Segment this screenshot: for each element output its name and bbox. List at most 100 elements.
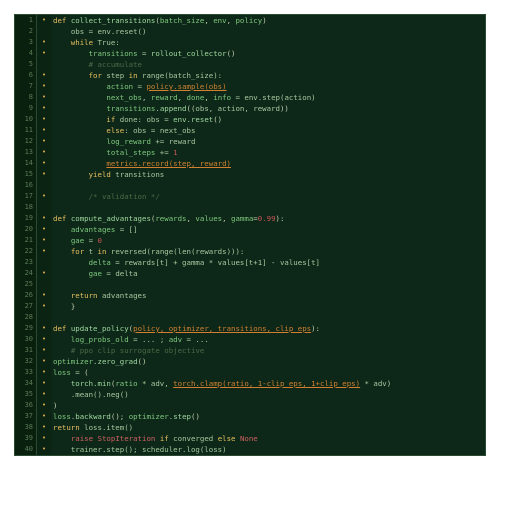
breakpoint-marker[interactable]: • [37,411,51,422]
breakpoint-marker[interactable]: • [37,147,51,158]
code-line[interactable]: 21• gae = 0 [15,235,485,246]
breakpoint-marker[interactable]: • [37,92,51,103]
code-line[interactable]: 12• log_reward += reward [15,136,485,147]
code-line[interactable]: 29•def update_policy(policy, optimizer, … [15,323,485,334]
line-content[interactable]: transitions = rollout_collector() [51,48,485,59]
code-line[interactable]: 15• yield transitions [15,169,485,180]
breakpoint-marker[interactable] [37,279,51,290]
code-line[interactable]: 8• next_obs, reward, done, info = env.st… [15,92,485,103]
line-content[interactable]: torch.min(ratio * adv, torch.clamp(ratio… [51,378,485,389]
code-line[interactable]: 2 obs = env.reset() [15,26,485,37]
code-line[interactable]: 5 # accumulate [15,59,485,70]
breakpoint-marker[interactable] [37,202,51,213]
code-line[interactable]: 28 [15,312,485,323]
code-line[interactable]: 37•loss.backward(); optimizer.step() [15,411,485,422]
line-content[interactable]: log_reward += reward [51,136,485,147]
line-content[interactable]: gae = delta [51,268,485,279]
line-content[interactable]: advantages = [] [51,224,485,235]
breakpoint-marker[interactable]: • [37,81,51,92]
line-content[interactable]: delta = rewards[t] + gamma * values[t+1]… [51,257,485,268]
breakpoint-marker[interactable]: • [37,224,51,235]
breakpoint-marker[interactable]: • [37,15,51,26]
code-line[interactable]: 1•def collect_transitions(batch_size, en… [15,15,485,26]
line-content[interactable]: log_probs_old = ... ; adv = ... [51,334,485,345]
line-content[interactable]: def update_policy(policy, optimizer, tra… [51,323,485,334]
line-content[interactable]: return loss.item() [51,422,485,433]
line-content[interactable]: def compute_advantages(rewards, values, … [51,213,485,224]
breakpoint-marker[interactable]: • [37,433,51,444]
breakpoint-marker[interactable]: • [37,103,51,114]
breakpoint-marker[interactable]: • [37,400,51,411]
breakpoint-marker[interactable]: • [37,367,51,378]
code-line[interactable]: 36•) [15,400,485,411]
breakpoint-marker[interactable]: • [37,213,51,224]
code-line[interactable]: 30• log_probs_old = ... ; adv = ... [15,334,485,345]
code-line[interactable]: 25 [15,279,485,290]
code-line[interactable]: 10• if done: obs = env.reset() [15,114,485,125]
code-line[interactable]: 39• raise StopIteration if converged els… [15,433,485,444]
breakpoint-marker[interactable]: • [37,48,51,59]
code-line[interactable]: 18 [15,202,485,213]
code-line[interactable]: 7• action = policy.sample(obs) [15,81,485,92]
breakpoint-marker[interactable]: • [37,235,51,246]
line-content[interactable]: transitions.append((obs, action, reward)… [51,103,485,114]
line-content[interactable]: else: obs = next_obs [51,125,485,136]
line-content[interactable] [51,202,485,213]
breakpoint-marker[interactable]: • [37,389,51,400]
code-line[interactable]: 24• gae = delta [15,268,485,279]
breakpoint-marker[interactable]: • [37,114,51,125]
breakpoint-marker[interactable]: • [37,136,51,147]
code-line[interactable]: 11• else: obs = next_obs [15,125,485,136]
breakpoint-marker[interactable]: • [37,334,51,345]
breakpoint-marker[interactable]: • [37,323,51,334]
code-line[interactable]: 22• for t in reversed(range(len(rewards)… [15,246,485,257]
code-line[interactable]: 19•def compute_advantages(rewards, value… [15,213,485,224]
breakpoint-marker[interactable]: • [37,268,51,279]
code-line[interactable]: 20• advantages = [] [15,224,485,235]
line-content[interactable]: action = policy.sample(obs) [51,81,485,92]
line-content[interactable]: loss.backward(); optimizer.step() [51,411,485,422]
line-content[interactable]: if done: obs = env.reset() [51,114,485,125]
breakpoint-marker[interactable] [37,26,51,37]
breakpoint-marker[interactable]: • [37,158,51,169]
line-content[interactable]: total_steps += 1 [51,147,485,158]
breakpoint-marker[interactable]: • [37,125,51,136]
line-content[interactable]: # accumulate [51,59,485,70]
code-line[interactable]: 27• } [15,301,485,312]
code-line[interactable]: 38•return loss.item() [15,422,485,433]
line-content[interactable] [51,180,485,191]
line-content[interactable]: optimizer.zero_grad() [51,356,485,367]
line-content[interactable]: while True: [51,37,485,48]
line-content[interactable] [51,312,485,323]
breakpoint-marker[interactable]: • [37,345,51,356]
breakpoint-marker[interactable]: • [37,290,51,301]
line-content[interactable]: # ppo clip surrogate objective [51,345,485,356]
line-content[interactable]: for step in range(batch_size): [51,70,485,81]
line-content[interactable]: def collect_transitions(batch_size, env,… [51,15,485,26]
code-line[interactable]: 17• /* validation */ [15,191,485,202]
breakpoint-marker[interactable]: • [37,70,51,81]
code-line[interactable]: 23 delta = rewards[t] + gamma * values[t… [15,257,485,268]
code-line[interactable]: 33•loss = ( [15,367,485,378]
line-content[interactable]: for t in reversed(range(len(rewards))): [51,246,485,257]
line-content[interactable]: yield transitions [51,169,485,180]
breakpoint-marker[interactable]: • [37,301,51,312]
line-content[interactable]: raise StopIteration if converged else No… [51,433,485,444]
code-editor[interactable]: 1•def collect_transitions(batch_size, en… [14,14,486,456]
line-content[interactable]: ) [51,400,485,411]
line-content[interactable]: loss = ( [51,367,485,378]
line-content[interactable] [51,279,485,290]
breakpoint-marker[interactable]: • [37,37,51,48]
breakpoint-marker[interactable] [37,257,51,268]
line-content[interactable]: return advantages [51,290,485,301]
line-content[interactable]: metrics.record(step, reward) [51,158,485,169]
breakpoint-marker[interactable]: • [37,246,51,257]
code-line[interactable]: 4• transitions = rollout_collector() [15,48,485,59]
breakpoint-marker[interactable]: • [37,444,51,455]
breakpoint-marker[interactable]: • [37,378,51,389]
code-line[interactable]: 35• .mean().neg() [15,389,485,400]
line-content[interactable]: obs = env.reset() [51,26,485,37]
code-line[interactable]: 14• metrics.record(step, reward) [15,158,485,169]
breakpoint-marker[interactable]: • [37,356,51,367]
breakpoint-marker[interactable]: • [37,169,51,180]
